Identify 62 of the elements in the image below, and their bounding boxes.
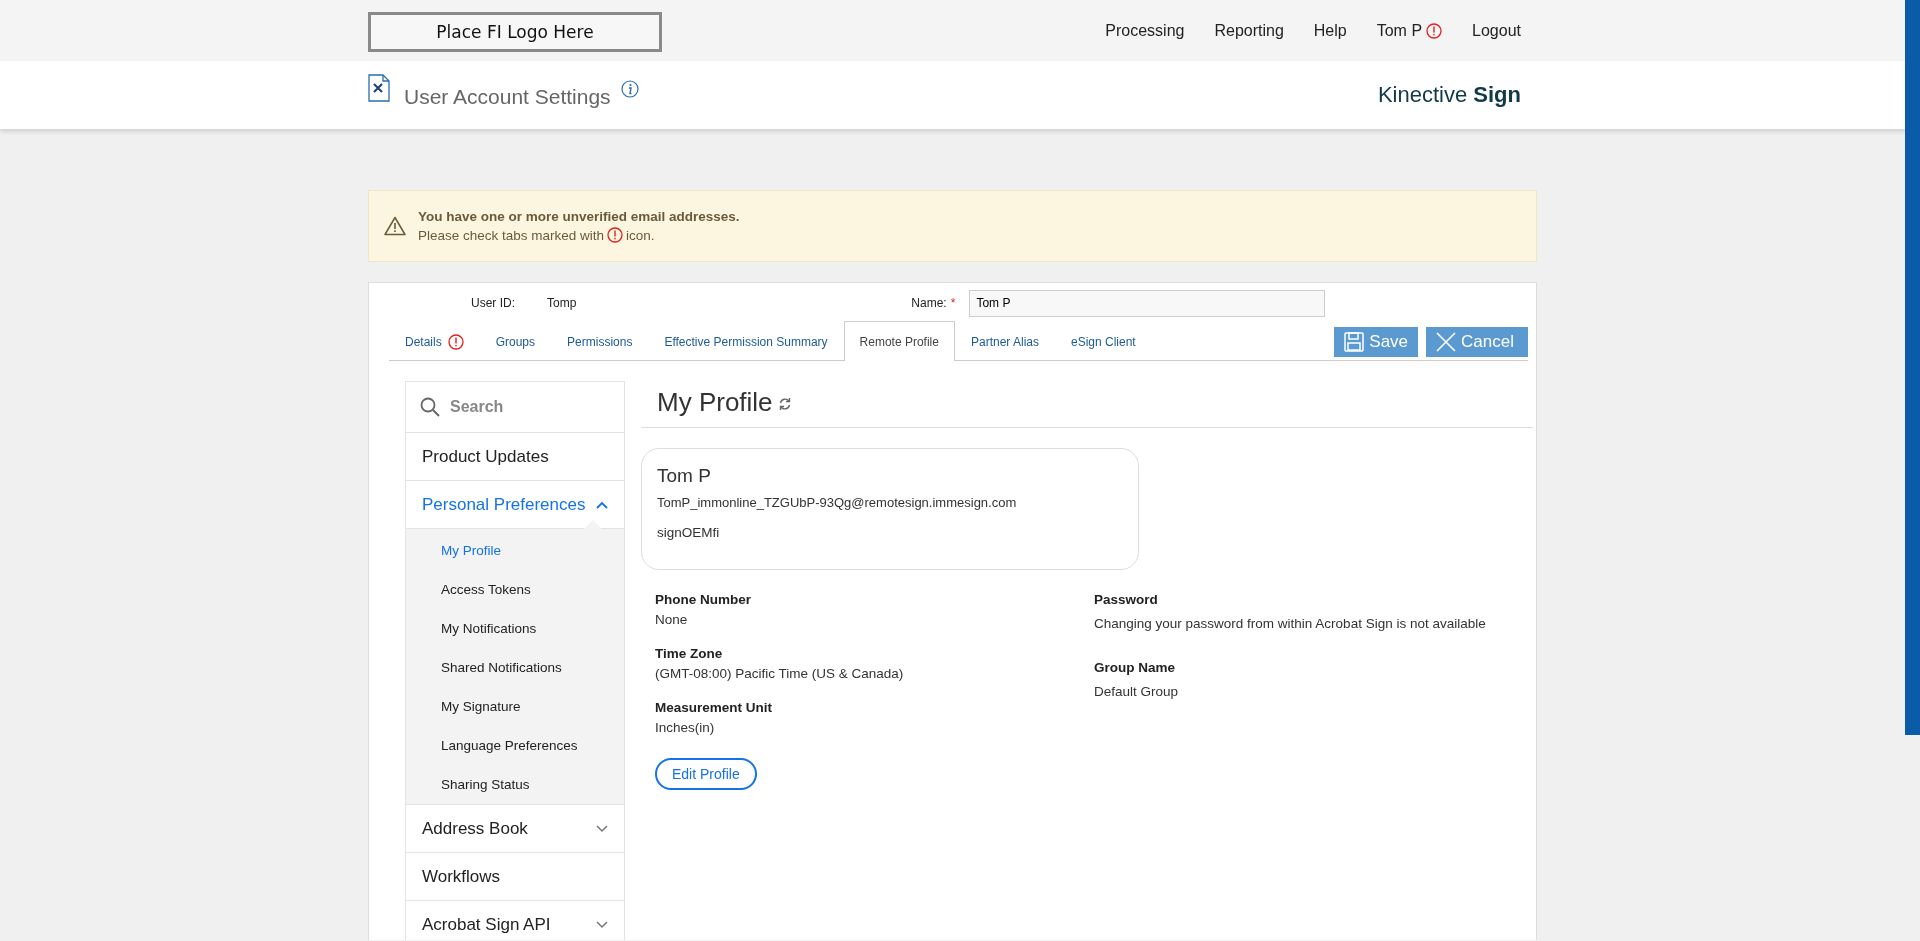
chevron-icon	[596, 500, 608, 509]
search-icon	[420, 397, 440, 417]
sidebar-subitem[interactable]: Access Tokens	[406, 570, 624, 609]
field-label: Measurement Unit	[655, 700, 774, 715]
tab[interactable]: Groups	[479, 322, 552, 361]
chevron-icon	[596, 824, 608, 833]
profile-email: TomP_immonline_TZGUbP-93Qg@remotesign.immesign.com	[657, 495, 1018, 510]
brand-logo: Kinective Sign	[1377, 82, 1521, 108]
chevron-icon	[596, 920, 608, 929]
refresh-icon	[777, 397, 792, 411]
alert-icon	[1426, 22, 1443, 39]
field-value: Tomp	[547, 296, 577, 310]
save-icon	[1344, 332, 1365, 352]
sidebar-subitem[interactable]: My Profile	[406, 531, 624, 570]
alert-icon	[447, 334, 464, 350]
nav-link[interactable]: Tom P	[1376, 21, 1443, 40]
tab[interactable]: Permissions	[551, 322, 649, 361]
name-field[interactable]: Tom P	[969, 289, 1326, 317]
document-icon	[368, 74, 390, 102]
profile-name: Tom P	[657, 465, 712, 487]
alert-icon	[607, 227, 624, 243]
alert-message: Please check tabs marked with	[418, 227, 605, 243]
alert-title: You have one or more unverified email addresses.	[418, 209, 740, 224]
tab[interactable]: eSign Client	[1055, 322, 1152, 361]
sidebar-item[interactable]: Acrobat Sign API	[406, 901, 624, 940]
field-value: Changing your password from within Acrobat Sign is not available	[1094, 616, 1487, 631]
alert-message: icon.	[626, 227, 655, 243]
field-label: Password	[1094, 592, 1159, 607]
field-label: User ID:	[471, 296, 515, 310]
tab[interactable]: Effective Permission Summary	[648, 322, 844, 361]
sidebar-item[interactable]: Address Book	[406, 805, 624, 853]
sidebar-subitem[interactable]: Shared Notifications	[406, 648, 624, 687]
warning-icon	[384, 216, 406, 236]
nav-link[interactable]: Help	[1313, 21, 1347, 40]
tab[interactable]: Details	[389, 322, 480, 361]
nav-link[interactable]: Reporting	[1214, 21, 1284, 40]
sidebar-subitem[interactable]: Sharing Status	[406, 765, 624, 804]
field-value: (GMT-08:00) Pacific Time (US & Canada)	[655, 666, 905, 681]
close-icon	[1436, 332, 1457, 352]
page-title: User Account Settings	[404, 85, 611, 109]
tab[interactable]: Remote Profile	[843, 321, 955, 361]
field-value: Inches(in)	[655, 720, 716, 735]
sidebar-subitem[interactable]: My Notifications	[406, 609, 624, 648]
field-label: Group Name	[1094, 660, 1176, 675]
sidebar-subitem[interactable]: Language Preferences	[406, 726, 624, 765]
field-label: Name:	[911, 296, 947, 310]
nav-link[interactable]: Processing	[1105, 21, 1185, 40]
field-value: None	[655, 612, 689, 627]
sidebar-item[interactable]: Workflows	[406, 853, 624, 901]
field-value: Default Group	[1094, 684, 1180, 699]
field-label: Time Zone	[655, 646, 724, 661]
logo-placeholder-text: Place FI Logo Here	[436, 21, 594, 42]
section-heading: My Profile	[657, 386, 773, 418]
required-mark: *	[950, 296, 956, 310]
sidebar-item[interactable]: Product Updates	[406, 433, 624, 481]
profile-account: signOEMfi	[657, 525, 721, 540]
edit-profile-button[interactable]: Edit Profile	[655, 758, 757, 790]
sidebar-subitem[interactable]: My Signature	[406, 687, 624, 726]
tab[interactable]: Partner Alias	[954, 322, 1055, 361]
info-icon	[620, 80, 639, 98]
nav-link[interactable]: Logout	[1472, 21, 1521, 40]
field-label: Phone Number	[655, 592, 752, 607]
